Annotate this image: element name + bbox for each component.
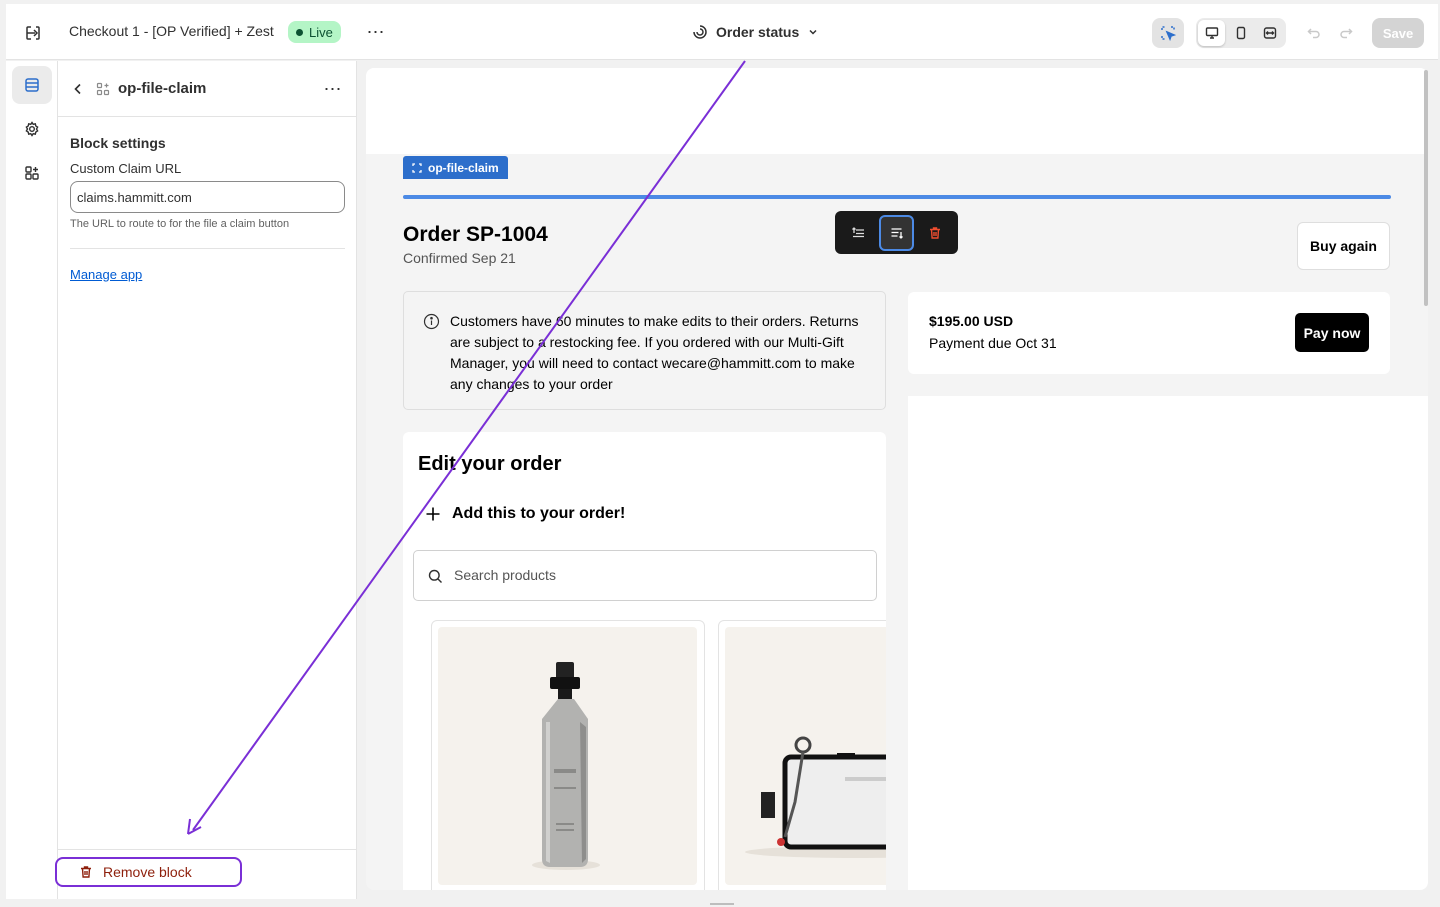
section-title: Block settings <box>70 135 166 151</box>
redo-icon[interactable] <box>1334 18 1358 48</box>
block-settings-panel: op-file-claim ⋯ Block settings Custom Cl… <box>55 61 357 899</box>
move-down-icon[interactable] <box>879 214 914 251</box>
pay-now-button[interactable]: Pay now <box>1295 313 1369 352</box>
notice-banner: Customers have 60 minutes to make edits … <box>403 291 886 410</box>
preview-header <box>366 68 1428 154</box>
save-button[interactable]: Save <box>1372 18 1424 48</box>
fullwidth-icon[interactable] <box>1257 20 1284 46</box>
viewport-switcher <box>1196 18 1286 48</box>
search-products-input[interactable]: Search products <box>413 550 877 601</box>
scrollbar[interactable] <box>1424 70 1428 306</box>
claim-url-input[interactable] <box>70 181 345 213</box>
edit-order-card: Edit your order Add this to your order! … <box>403 432 886 890</box>
block-tag[interactable]: op-file-claim <box>403 156 508 179</box>
divider <box>70 248 345 249</box>
payment-due: Payment due Oct 31 <box>929 335 1057 351</box>
remove-block-label: Remove block <box>103 864 192 880</box>
summary-area <box>908 396 1428 890</box>
order-status-icon <box>692 24 708 40</box>
product-card[interactable] <box>431 620 705 890</box>
page-title: Checkout 1 - [OP Verified] + Zest <box>69 23 274 39</box>
status-dot-icon <box>296 28 303 36</box>
live-status-badge: Live <box>288 21 341 43</box>
panel-more-icon[interactable]: ⋯ <box>320 76 346 102</box>
preview-canvas: op-file-claim Order SP-1004 Confirmed Se… <box>366 68 1428 890</box>
back-arrow-icon[interactable] <box>66 77 90 101</box>
apps-icon[interactable] <box>12 154 52 192</box>
info-icon <box>422 312 440 330</box>
inspector-icon[interactable] <box>1152 18 1184 48</box>
block-tag-label: op-file-claim <box>428 160 499 175</box>
product-image-bag <box>725 627 886 885</box>
remove-block-button[interactable]: Remove block <box>55 857 242 887</box>
mobile-icon[interactable] <box>1227 20 1254 46</box>
payment-amount: $195.00 USD <box>929 313 1014 329</box>
payment-card: $195.00 USD Payment due Oct 31 Pay now <box>908 292 1390 374</box>
order-title: Order SP-1004 <box>403 223 548 246</box>
delete-icon[interactable] <box>918 215 952 251</box>
panel-title: op-file-claim <box>118 80 207 97</box>
search-icon <box>426 567 444 585</box>
plus-icon <box>425 506 441 522</box>
chevron-down-icon <box>807 26 819 38</box>
block-outline[interactable] <box>403 195 1391 199</box>
trash-icon <box>79 865 93 879</box>
desktop-icon[interactable] <box>1198 20 1226 46</box>
claim-url-help-text: The URL to route to for the file a claim… <box>70 218 290 230</box>
block-toolbar <box>835 211 958 254</box>
exit-icon[interactable] <box>22 22 44 44</box>
left-rail <box>6 61 58 899</box>
edit-order-title: Edit your order <box>418 453 562 475</box>
product-image-spray <box>438 627 697 885</box>
settings-gear-icon[interactable] <box>12 110 52 148</box>
claim-url-label: Custom Claim URL <box>70 161 182 176</box>
add-to-order-row[interactable]: Add this to your order! <box>425 505 625 523</box>
undo-icon[interactable] <box>1302 18 1326 48</box>
manage-app-link[interactable]: Manage app <box>70 267 142 282</box>
status-badge-label: Live <box>309 24 333 40</box>
sections-icon[interactable] <box>12 66 52 104</box>
product-card[interactable] <box>718 620 886 890</box>
more-icon[interactable]: ⋯ <box>364 20 388 44</box>
top-bar: Checkout 1 - [OP Verified] + Zest Live ⋯… <box>6 4 1438 60</box>
page-selector-label: Order status <box>716 24 800 40</box>
panel-footer: Remove block <box>55 849 357 899</box>
buy-again-button[interactable]: Buy again <box>1297 222 1390 270</box>
search-placeholder: Search products <box>454 567 556 583</box>
block-select-icon <box>412 162 422 173</box>
app-block-icon <box>94 80 112 98</box>
move-up-icon[interactable] <box>841 215 875 251</box>
page-selector[interactable]: Order status <box>692 21 819 43</box>
order-subtitle: Confirmed Sep 21 <box>403 250 516 266</box>
notice-text: Customers have 60 minutes to make edits … <box>450 313 859 392</box>
resize-handle[interactable] <box>710 903 734 905</box>
add-to-order-label: Add this to your order! <box>452 505 626 522</box>
panel-header: op-file-claim ⋯ <box>58 61 356 117</box>
